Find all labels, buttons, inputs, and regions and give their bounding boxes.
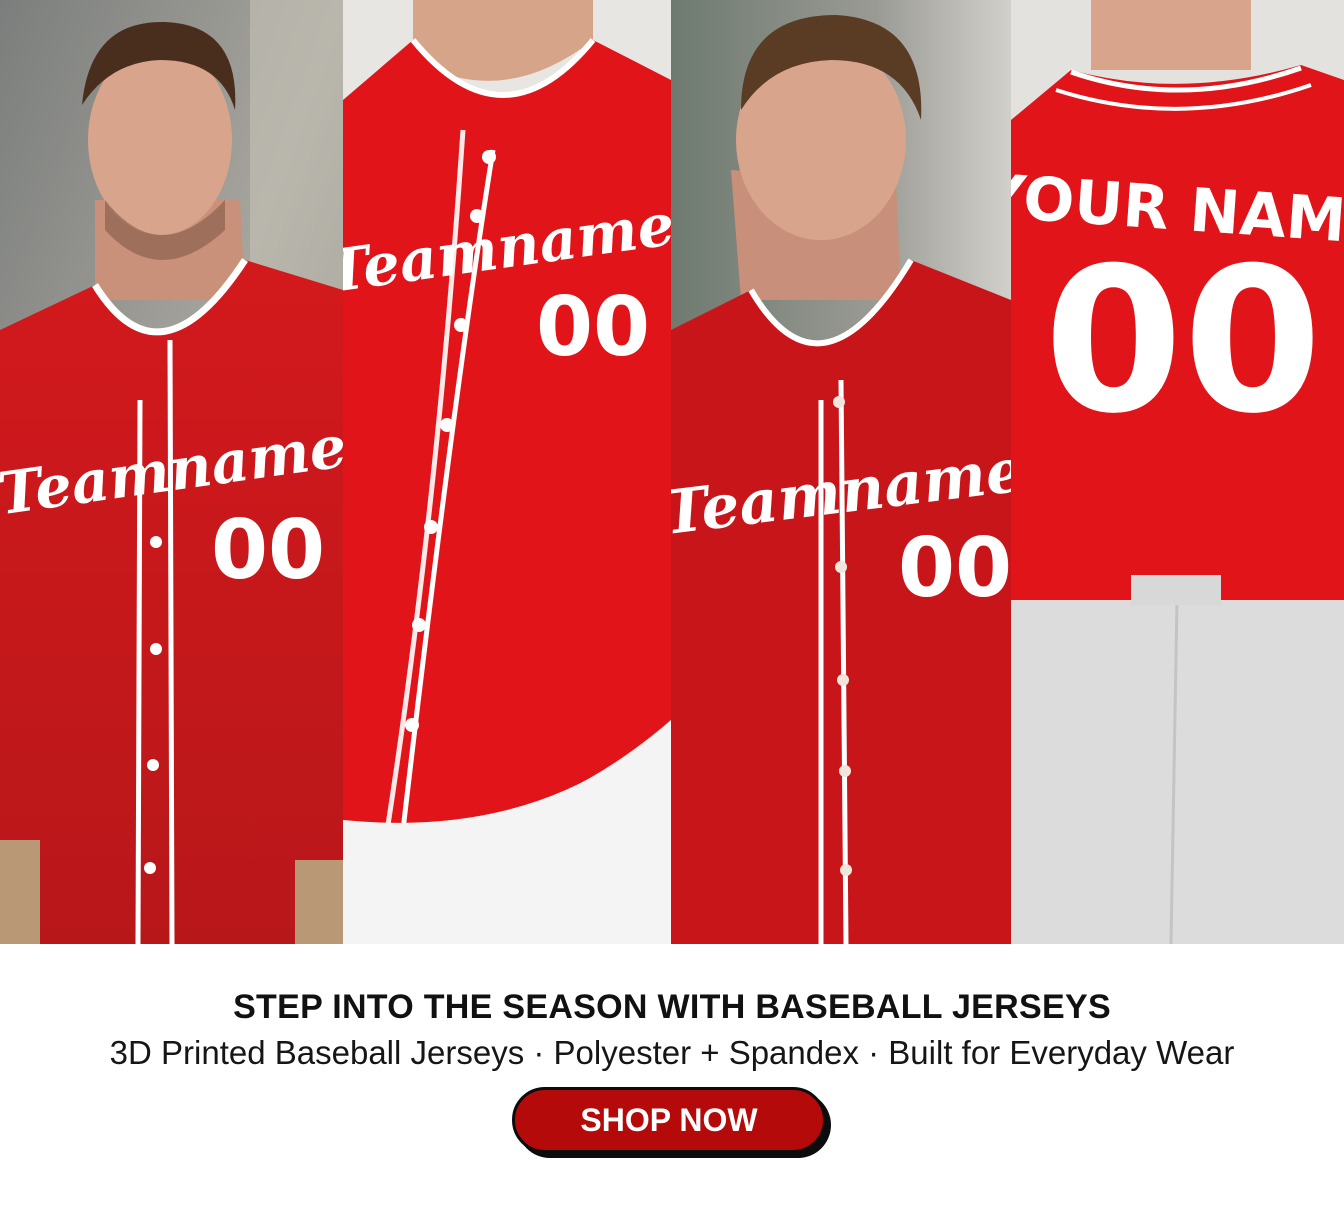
subheadline: 3D Printed Baseball Jerseys · Polyester … — [109, 1034, 1235, 1071]
jersey-photo-1: Teamname 00 — [0, 0, 343, 944]
photo-jersey-closeup[interactable]: Teamname 00 — [343, 0, 671, 944]
jersey-number-text: 00 — [898, 521, 1011, 616]
shop-now-button[interactable]: SHOP NOW — [512, 1087, 826, 1153]
jersey-number-text: 00 — [1044, 225, 1322, 458]
photo-jersey-back[interactable]: YOUR NAME 00 — [1011, 0, 1344, 944]
jersey-photo-3: Teamname 00 — [671, 0, 1011, 944]
photo-model-front-1[interactable]: Teamname 00 — [0, 0, 343, 944]
photo-model-front-2[interactable]: Teamname 00 — [671, 0, 1011, 944]
jersey-number-text: 00 — [536, 280, 650, 375]
jersey-photo-2: Teamname 00 — [343, 0, 671, 944]
headline: STEP INTO THE SEASON WITH BASEBALL JERSE… — [233, 988, 1111, 1026]
jersey-photo-4: YOUR NAME 00 — [1011, 0, 1344, 944]
jersey-number-text: 00 — [211, 503, 325, 598]
product-photo-gallery: Teamname 00 Teamname 00 Teamname 00 YOUR… — [0, 0, 1344, 944]
